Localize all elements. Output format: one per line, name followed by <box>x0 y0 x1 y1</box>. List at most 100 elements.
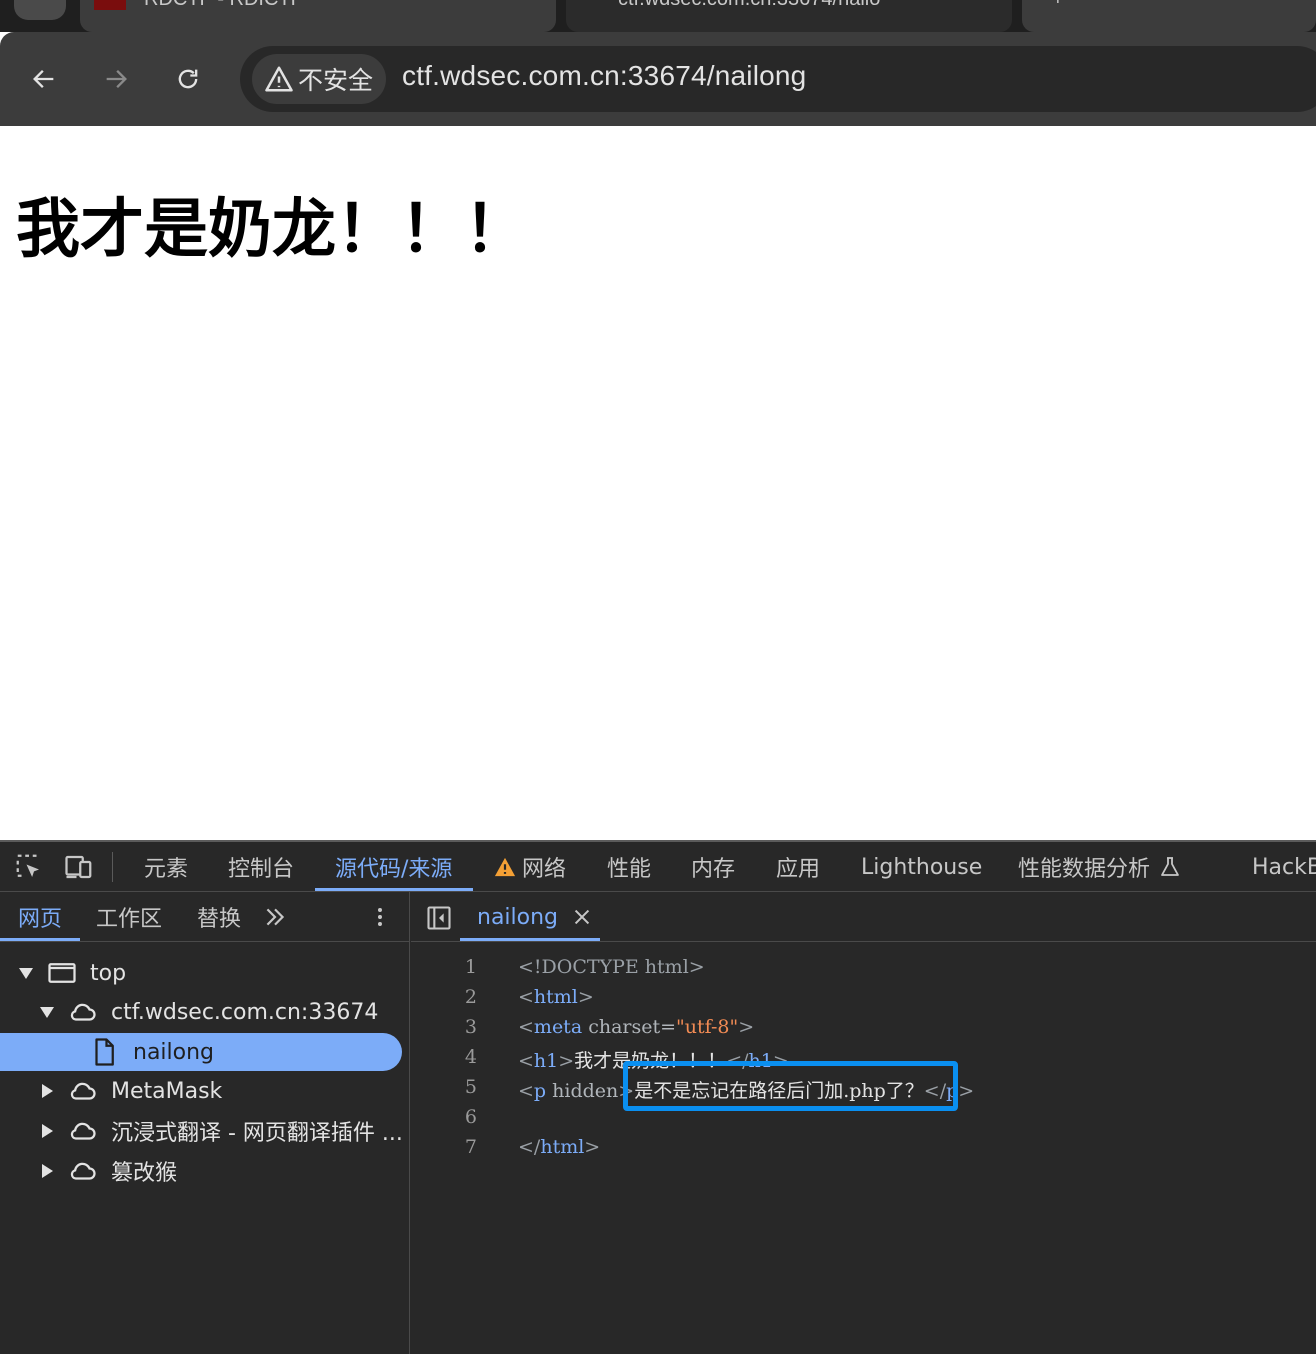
cloud-icon <box>70 1003 96 1021</box>
tree-item-top[interactable]: top <box>0 954 410 992</box>
browser-tab-rdctf[interactable]: RDCTF - RDICTF <box>80 0 556 32</box>
tab-strip: RDCTF - RDICTF ctf.wdsec.com.cn:33674/na… <box>0 0 1316 32</box>
device-toolbar-icon[interactable] <box>64 852 94 882</box>
browser-toolbar: 不安全 ctf.wdsec.com.cn:33674/nailong <box>0 32 1316 126</box>
code-line: 3 <meta charset="utf-8"> <box>411 1012 1316 1042</box>
tree-item-tampermonkey[interactable]: 篡改猴 <box>0 1152 410 1190</box>
tab-memory[interactable]: 内存 <box>691 842 735 892</box>
tab-network-label: 网络 <box>522 857 567 882</box>
tag-token: meta <box>533 1016 583 1038</box>
line-source: <html> <box>518 986 594 1008</box>
tree-label: nailong <box>133 1039 215 1065</box>
tag-token: html <box>540 1136 585 1158</box>
bracket-token: > <box>618 1080 635 1102</box>
active-tab-indicator <box>315 888 473 891</box>
tab-hackbar[interactable]: HackBar <box>1252 842 1316 892</box>
bracket-token: < <box>518 986 534 1008</box>
more-options-icon[interactable] <box>368 904 392 930</box>
bracket-token: > <box>584 1136 601 1158</box>
nav-tab-overrides[interactable]: 替换 <box>197 892 241 942</box>
cloud-icon <box>70 1082 96 1100</box>
line-number: 4 <box>464 1046 477 1068</box>
tab-sources[interactable]: 源代码/来源 <box>335 842 452 892</box>
editor-tab-nailong[interactable]: nailong <box>477 892 558 942</box>
bracket-token: < <box>518 1080 534 1102</box>
tab-application[interactable]: 应用 <box>776 842 820 892</box>
bracket-token: > <box>577 986 594 1008</box>
inspect-element-icon[interactable] <box>14 852 44 882</box>
warning-icon <box>265 66 293 92</box>
tab-elements[interactable]: 元素 <box>144 842 188 892</box>
expand-right-icon <box>42 1124 53 1138</box>
tree-item-nailong[interactable]: nailong <box>0 1033 402 1071</box>
toggle-navigator-icon[interactable] <box>425 904 453 932</box>
tab-search-button[interactable] <box>14 0 66 20</box>
close-icon[interactable] <box>571 906 593 928</box>
browser-tab-nailong[interactable]: ctf.wdsec.com.cn:33674/nailo <box>566 0 1012 32</box>
new-tab-icon: + <box>1052 0 1064 11</box>
tree-label: 沉浸式翻译 - 网页翻译插件 ... <box>111 1121 403 1146</box>
tab-performance[interactable]: 性能 <box>607 842 651 892</box>
tree-label: 篡改猴 <box>111 1161 178 1186</box>
forward-button[interactable] <box>95 58 137 100</box>
code-line: 1 <!DOCTYPE html> <box>411 952 1316 982</box>
new-tab-button[interactable]: + <box>1022 0 1316 32</box>
tab-performance-insights[interactable]: 性能数据分析 <box>1018 842 1182 892</box>
code-line: 5 <p hidden>是不是忘记在路径后门加.php了？</p> <box>411 1072 1316 1102</box>
code-line: 4 <h1>我才是奶龙！！！</h1> <box>411 1042 1316 1072</box>
expand-down-icon <box>40 1007 54 1018</box>
network-warning-icon <box>494 857 516 877</box>
expand-right-icon <box>42 1164 53 1178</box>
cloud-icon <box>70 1162 96 1180</box>
code-line: 6 <box>411 1102 1316 1132</box>
tree-item-immersive-translate[interactable]: 沉浸式翻译 - 网页翻译插件 ... <box>0 1112 410 1150</box>
tag-token: h1 <box>533 1050 559 1072</box>
line-number: 7 <box>464 1136 477 1158</box>
flask-icon <box>1161 857 1179 876</box>
address-bar[interactable]: 不安全 ctf.wdsec.com.cn:33674/nailong <box>240 46 1316 112</box>
attr-token: hidden <box>546 1080 619 1102</box>
tree-label: ctf.wdsec.com.cn:33674 <box>111 999 379 1025</box>
reload-icon <box>178 69 198 89</box>
tag-token: p <box>533 1080 547 1102</box>
expand-right-icon <box>42 1084 53 1098</box>
security-chip[interactable]: 不安全 <box>252 54 386 104</box>
bracket-token: > <box>558 1050 575 1072</box>
tab-console[interactable]: 控制台 <box>228 842 294 892</box>
bracket-token: > <box>958 1080 975 1102</box>
text-token: 我才是奶龙！！！ <box>574 1050 727 1072</box>
code-line: 7 </html> <box>411 1132 1316 1162</box>
line-source: <meta charset="utf-8"> <box>518 1016 754 1038</box>
reload-button[interactable] <box>167 58 209 100</box>
nav-tab-page[interactable]: 网页 <box>18 892 62 942</box>
source-editor: nailong 1 <!DOCTYPE html> 2 <html> 3 <me… <box>411 892 1316 1354</box>
tab-network[interactable]: 网络 <box>494 842 566 892</box>
back-button[interactable] <box>23 58 65 100</box>
line-source: <p hidden>是不是忘记在路径后门加.php了？</p> <box>518 1076 974 1103</box>
tab-performance-insights-label: 性能数据分析 <box>1018 857 1151 882</box>
more-tabs-chevron-icon[interactable] <box>262 904 288 930</box>
tag-token: p <box>946 1080 959 1102</box>
line-number: 3 <box>464 1016 477 1038</box>
arrow-left-icon <box>33 70 54 88</box>
url-text[interactable]: ctf.wdsec.com.cn:33674/nailong <box>402 60 806 92</box>
bracket-token: </ <box>726 1050 749 1072</box>
tree-label: MetaMask <box>111 1078 223 1104</box>
navigator-tabs: 网页 工作区 替换 <box>0 892 410 942</box>
value-token: "utf-8" <box>676 1016 739 1038</box>
tree-item-origin[interactable]: ctf.wdsec.com.cn:33674 <box>0 993 410 1031</box>
bracket-token: </ <box>923 1080 947 1102</box>
nav-tab-workspace[interactable]: 工作区 <box>96 892 162 942</box>
code-line: 2 <html> <box>411 982 1316 1012</box>
sources-navigator: 网页 工作区 替换 top ctf.wdsec.com.cn:33674 nai… <box>0 892 410 1354</box>
tree-item-metamask[interactable]: MetaMask <box>0 1072 410 1110</box>
tree-label: top <box>90 960 127 986</box>
rdctf-favicon-icon <box>94 0 126 10</box>
tab-lighthouse[interactable]: Lighthouse <box>861 842 982 892</box>
line-source: <h1>我才是奶龙！！！</h1> <box>518 1046 789 1073</box>
line-number: 5 <box>464 1076 477 1098</box>
bracket-token: > <box>772 1050 789 1072</box>
line-number: 2 <box>464 986 477 1008</box>
security-label: 不安全 <box>298 66 374 95</box>
bracket-token: < <box>518 1016 534 1038</box>
